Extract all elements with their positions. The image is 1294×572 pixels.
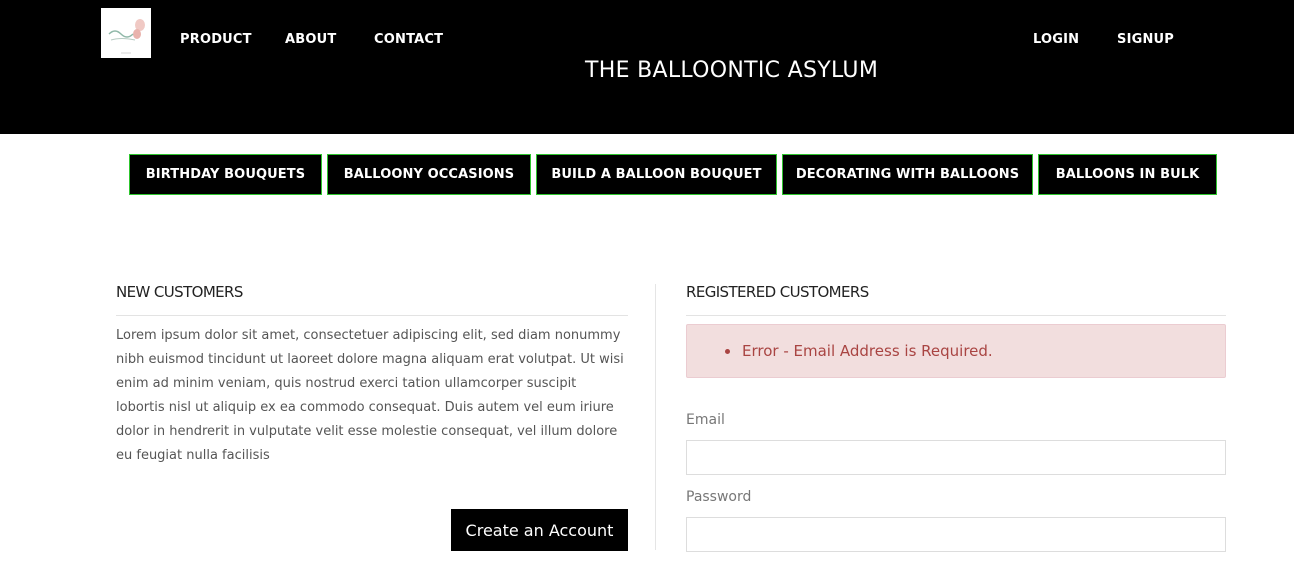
nav-product[interactable]: PRODUCT xyxy=(180,32,252,47)
category-balloons-in-bulk[interactable]: BALLOONS IN BULK xyxy=(1038,154,1217,195)
bullet-icon xyxy=(725,349,730,354)
nav-login[interactable]: LOGIN xyxy=(1033,32,1079,47)
registered-customers-heading: REGISTERED CUSTOMERS xyxy=(686,283,869,301)
create-account-button[interactable]: Create an Account xyxy=(451,509,628,551)
nav-about[interactable]: ABOUT xyxy=(285,32,336,47)
error-message: Error - Email Address is Required. xyxy=(742,342,993,360)
email-input[interactable] xyxy=(686,440,1226,475)
error-alert: Error - Email Address is Required. xyxy=(686,324,1226,378)
category-balloony-occasions[interactable]: BALLOONY OCCASIONS xyxy=(327,154,531,195)
new-customers-text: Lorem ipsum dolor sit amet, consectetuer… xyxy=(116,328,624,463)
registered-customers-divider xyxy=(686,315,1226,316)
password-input[interactable] xyxy=(686,517,1226,552)
column-divider xyxy=(655,284,656,550)
category-build-a-balloon-bouquet[interactable]: BUILD A BALLOON BOUQUET xyxy=(536,154,777,195)
new-customers-heading: NEW CUSTOMERS xyxy=(116,283,243,301)
category-birthday-bouquets[interactable]: BIRTHDAY BOUQUETS xyxy=(129,154,322,195)
email-label: Email xyxy=(686,412,725,428)
site-logo[interactable] xyxy=(101,8,151,58)
site-title: THE BALLOONTIC ASYLUM xyxy=(585,58,879,83)
password-label: Password xyxy=(686,489,752,505)
new-customers-divider xyxy=(116,315,628,316)
balloon-logo-icon xyxy=(101,8,151,58)
site-header: PRODUCT ABOUT CONTACT LOGIN SIGNUP THE B… xyxy=(0,0,1294,134)
nav-contact[interactable]: CONTACT xyxy=(374,32,443,47)
category-decorating-with-balloons[interactable]: DECORATING WITH BALLOONS xyxy=(782,154,1033,195)
nav-signup[interactable]: SIGNUP xyxy=(1117,32,1174,47)
